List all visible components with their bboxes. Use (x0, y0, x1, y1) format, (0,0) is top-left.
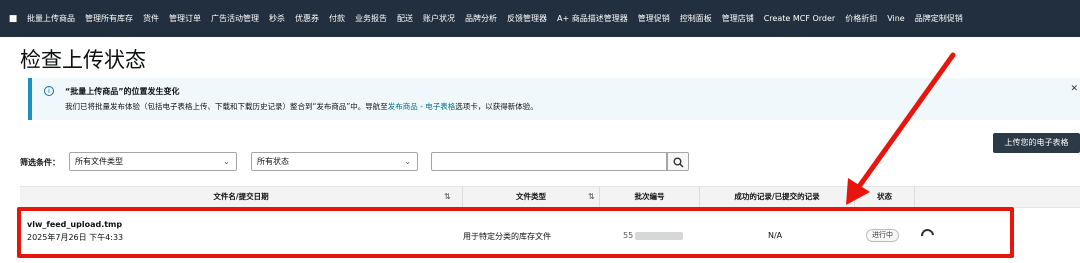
annotation-arrow (846, 52, 956, 205)
